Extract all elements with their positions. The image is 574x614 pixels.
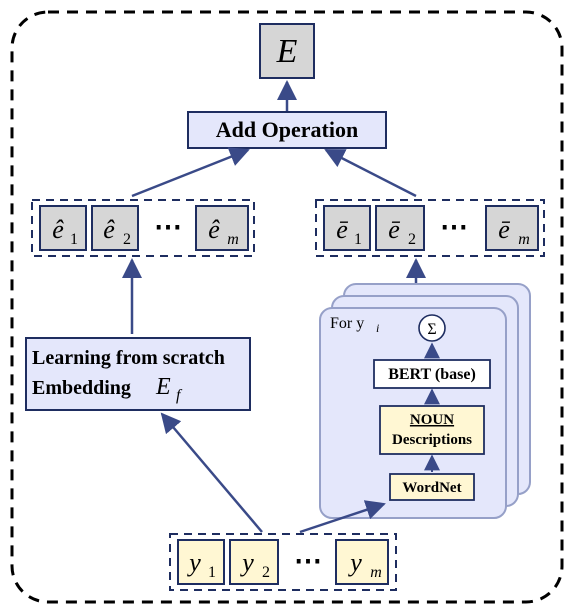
right-embed-e2 <box>376 206 424 250</box>
input-y1-label: y <box>186 548 201 577</box>
right-embed-e1-label: ē <box>336 215 348 244</box>
input-group: y 1 y 2 ⋯ y m <box>170 534 396 590</box>
left-embed-dots: ⋯ <box>154 212 182 243</box>
wordnet-label: WordNet <box>402 480 461 496</box>
left-module-Ef: E <box>155 374 171 400</box>
right-embed-e2-label: ē <box>388 215 400 244</box>
output-E-box: E <box>260 24 314 78</box>
left-embed-e2-sub: 2 <box>123 231 131 248</box>
right-embed-e2-sub: 2 <box>408 231 416 248</box>
right-embed-em-sub: m <box>518 231 530 248</box>
arrow-right-to-add <box>326 150 416 196</box>
input-y2 <box>230 540 278 584</box>
sigma-label: Σ <box>427 321 436 338</box>
right-for-label: For y <box>330 315 364 332</box>
left-embed-e1-label: ê <box>52 215 64 244</box>
input-ym-sub: m <box>370 564 382 581</box>
right-embed-dots: ⋯ <box>440 212 468 243</box>
add-operation-box: Add Operation <box>188 112 386 148</box>
add-operation-label: Add Operation <box>216 117 358 142</box>
left-module-box: Learning from scratch Embedding E f <box>26 338 250 410</box>
left-module-line1: Learning from scratch <box>32 347 225 369</box>
left-embed-e2 <box>92 206 138 250</box>
output-E-label: E <box>276 33 298 70</box>
right-embed-em <box>486 206 538 250</box>
left-embed-em-sub: m <box>227 231 239 248</box>
input-y2-sub: 2 <box>262 564 270 581</box>
left-embed-e2-label: ê <box>103 215 115 244</box>
left-module-line2a: Embedding <box>32 377 131 399</box>
right-embed-e1-sub: 1 <box>354 231 362 248</box>
bert-label: BERT (base) <box>388 366 476 383</box>
noun-label2: Descriptions <box>392 432 472 448</box>
right-module-stack: For y i Σ BERT (base) NOUN Descriptions … <box>320 284 530 518</box>
input-y1 <box>178 540 224 584</box>
right-for-sub: i <box>376 321 379 335</box>
arrow-y-to-leftmod <box>162 414 262 532</box>
left-embeddings-group: ê 1 ê 2 ⋯ ê m <box>32 200 254 256</box>
input-y1-sub: 1 <box>208 564 216 581</box>
input-y2-label: y <box>239 548 254 577</box>
right-embed-em-label: ē <box>498 215 510 244</box>
input-dots: ⋯ <box>294 546 322 577</box>
input-ym-label: y <box>347 548 362 577</box>
arrow-left-to-add <box>132 150 248 196</box>
left-embed-em-label: ê <box>208 215 220 244</box>
right-embeddings-group: ē 1 ē 2 ⋯ ē m <box>316 200 544 256</box>
left-embed-e1-sub: 1 <box>70 231 78 248</box>
left-embed-em <box>196 206 248 250</box>
diagram-root: E Add Operation ê 1 ê 2 ⋯ ê m ē 1 ē 2 <box>0 0 574 614</box>
noun-label: NOUN <box>410 412 454 428</box>
